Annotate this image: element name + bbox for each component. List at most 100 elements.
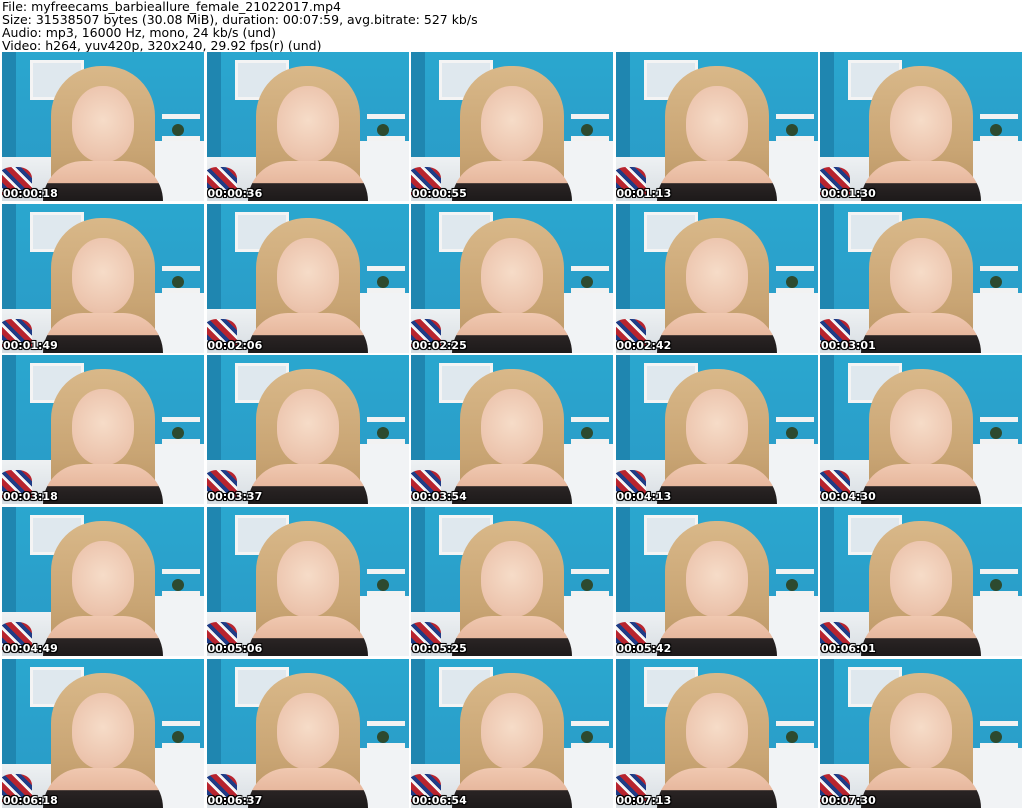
frame-timestamp: 00:07:13 [616, 793, 672, 807]
plant [581, 579, 593, 592]
wall-shelf [571, 569, 609, 575]
frame-timestamp: 00:05:25 [412, 642, 467, 656]
person-body [452, 464, 572, 505]
wall-shelf [162, 720, 200, 726]
video-frame-thumbnail: 00:03:01 [820, 203, 1022, 353]
person-body [43, 767, 163, 808]
person-face [890, 692, 952, 769]
thumbnail-grid: 00:00:18 00:00:36 00:00:55 00:01:13 00:01:30… [2, 52, 1022, 808]
video-frame-thumbnail: 00:07:13 [615, 658, 818, 808]
person-face [481, 237, 543, 314]
frame-timestamp: 00:05:42 [616, 642, 672, 656]
frame-timestamp: 00:02:42 [616, 338, 672, 352]
person-body [247, 616, 368, 657]
person-face [685, 389, 748, 466]
person-face [72, 541, 134, 618]
person-face [276, 692, 339, 769]
wall-shelf [162, 114, 200, 119]
video-frame-thumbnail: 00:06:01 [820, 507, 1022, 657]
person-face [276, 389, 339, 466]
video-frame-thumbnail: 00:04:30 [820, 355, 1022, 505]
plant [172, 124, 184, 136]
person-face [72, 692, 134, 769]
frame-timestamp: 00:06:18 [3, 793, 58, 807]
wall-shelf [980, 265, 1018, 271]
frame-timestamp: 00:04:13 [616, 490, 672, 504]
plant [785, 275, 798, 288]
video-frame-thumbnail: 00:01:49 [2, 203, 204, 353]
wall-shelf [775, 114, 814, 119]
wall-shelf [366, 114, 405, 119]
plant [376, 124, 389, 136]
plant [990, 275, 1002, 288]
person-face [890, 86, 952, 162]
plant [581, 124, 593, 136]
person-body [247, 464, 368, 505]
person-body [43, 464, 163, 505]
person-face [276, 237, 339, 314]
person-body [43, 161, 163, 201]
video-frame-thumbnail: 00:03:54 [411, 355, 613, 505]
frame-timestamp: 00:00:18 [3, 187, 58, 200]
plant [581, 275, 593, 288]
video-frame-thumbnail: 00:04:49 [2, 507, 204, 657]
person-face [481, 692, 543, 769]
person-face [890, 237, 952, 314]
person-body [452, 616, 572, 657]
person-body [861, 312, 981, 353]
wall-shelf [980, 720, 1018, 726]
frame-timestamp: 00:03:37 [207, 490, 263, 504]
person-face [276, 541, 339, 618]
person-body [247, 312, 368, 353]
person-face [685, 86, 748, 162]
frame-timestamp: 00:02:25 [412, 338, 467, 352]
frame-timestamp: 00:03:54 [412, 490, 467, 504]
frame-timestamp: 00:06:37 [207, 793, 263, 807]
video-frame-thumbnail: 00:02:25 [411, 203, 613, 353]
person-face [685, 541, 748, 618]
person-body [656, 161, 777, 201]
frame-timestamp: 00:07:30 [821, 793, 876, 807]
plant [376, 427, 389, 440]
wall-shelf [366, 417, 405, 423]
person-face [72, 86, 134, 162]
wall-shelf [775, 569, 814, 575]
video-frame-thumbnail: 00:07:30 [820, 658, 1022, 808]
frame-timestamp: 00:04:30 [821, 490, 876, 504]
frame-timestamp: 00:03:18 [3, 490, 58, 504]
video-info-line: Video: h264, yuv420p, 320x240, 29.92 fps… [2, 38, 322, 53]
frame-timestamp: 00:01:13 [616, 187, 672, 200]
plant [172, 275, 184, 288]
person-face [890, 389, 952, 466]
video-frame-thumbnail: 00:00:36 [206, 52, 409, 201]
plant [581, 427, 593, 440]
person-face [890, 541, 952, 618]
wall-shelf [366, 265, 405, 271]
wall-shelf [571, 265, 609, 271]
person-body [43, 312, 163, 353]
file-info-header: File: myfreecams_barbieallure_female_210… [2, 0, 1022, 52]
plant [376, 730, 389, 743]
wall-shelf [980, 569, 1018, 575]
wall-shelf [980, 114, 1018, 119]
person-face [481, 541, 543, 618]
plant [376, 275, 389, 288]
plant [581, 730, 593, 743]
video-frame-thumbnail: 00:03:37 [206, 355, 409, 505]
person-body [656, 767, 777, 808]
video-frame-thumbnail: 00:00:55 [411, 52, 613, 201]
wall-shelf [775, 265, 814, 271]
video-frame-thumbnail: 00:05:06 [206, 507, 409, 657]
wall-shelf [162, 417, 200, 423]
wall-shelf [571, 114, 609, 119]
wall-shelf [162, 265, 200, 271]
video-frame-thumbnail: 00:02:42 [615, 203, 818, 353]
video-frame-thumbnail: 00:06:54 [411, 658, 613, 808]
person-body [656, 312, 777, 353]
frame-timestamp: 00:05:06 [207, 642, 263, 656]
wall-shelf [980, 417, 1018, 423]
frame-timestamp: 00:06:54 [412, 793, 467, 807]
video-frame-thumbnail: 00:00:18 [2, 52, 204, 201]
person-face [72, 237, 134, 314]
video-frame-thumbnail: 00:05:25 [411, 507, 613, 657]
